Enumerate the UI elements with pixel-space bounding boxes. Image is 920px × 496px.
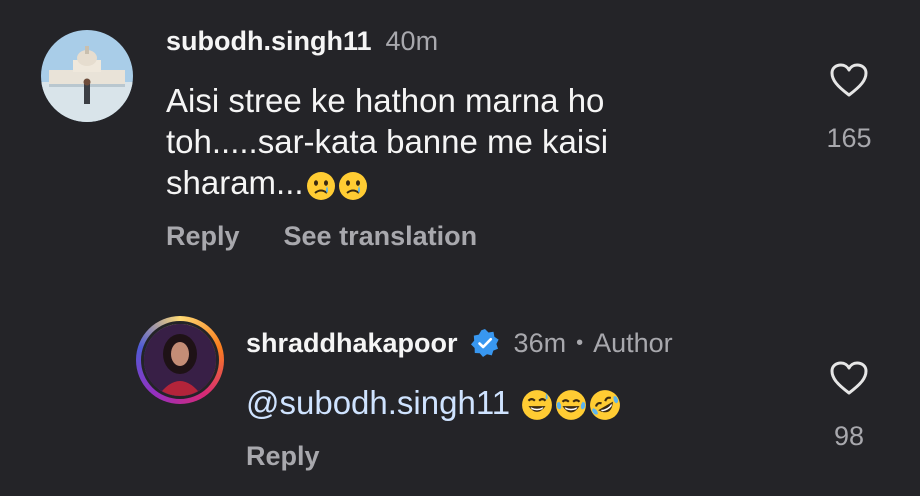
grinning-sweat-face-icon (521, 389, 553, 430)
crying-face-icon (306, 169, 336, 210)
timestamp: 40m (385, 26, 439, 56)
see-translation-button[interactable]: See translation (284, 221, 478, 252)
like-count: 165 (826, 123, 872, 153)
mention-link[interactable]: @subodh.singh11 (246, 384, 510, 421)
comment: subodh.singh11 40m Aisi stree ke hathon … (0, 0, 920, 300)
author-label: Author (593, 328, 673, 358)
like-count: 98 (833, 421, 865, 451)
comment-header: shraddhakapoor 36m • Author (246, 322, 673, 359)
comment-text-content: Aisi stree ke hathon marna ho toh.....sa… (166, 82, 609, 201)
comment-header: subodh.singh11 40m (166, 26, 438, 57)
comment-text: @subodh.singh11 (246, 382, 621, 430)
reply-button[interactable]: Reply (246, 441, 320, 472)
username[interactable]: shraddhakapoor (246, 328, 458, 359)
rolling-on-floor-laughing-face-icon (589, 389, 621, 430)
avatar[interactable] (41, 30, 133, 122)
tears-of-joy-face-icon (555, 389, 587, 430)
username[interactable]: subodh.singh11 (166, 26, 372, 57)
comment-actions: Reply (246, 441, 320, 472)
comment-text: Aisi stree ke hathon marna ho toh.....sa… (166, 80, 726, 210)
like-control: 98 (814, 360, 884, 452)
verified-badge-icon (470, 328, 500, 358)
crying-face-icon (338, 169, 368, 210)
separator-dot: • (576, 332, 584, 354)
comment-actions: Reply See translation (166, 221, 477, 252)
timestamp: 36m (513, 328, 567, 358)
heart-icon[interactable] (829, 62, 869, 103)
reply-button[interactable]: Reply (166, 221, 240, 252)
like-control: 165 (814, 62, 884, 154)
heart-icon[interactable] (829, 360, 869, 401)
reply-comment: shraddhakapoor 36m • Author @subodh.sing… (0, 300, 920, 496)
